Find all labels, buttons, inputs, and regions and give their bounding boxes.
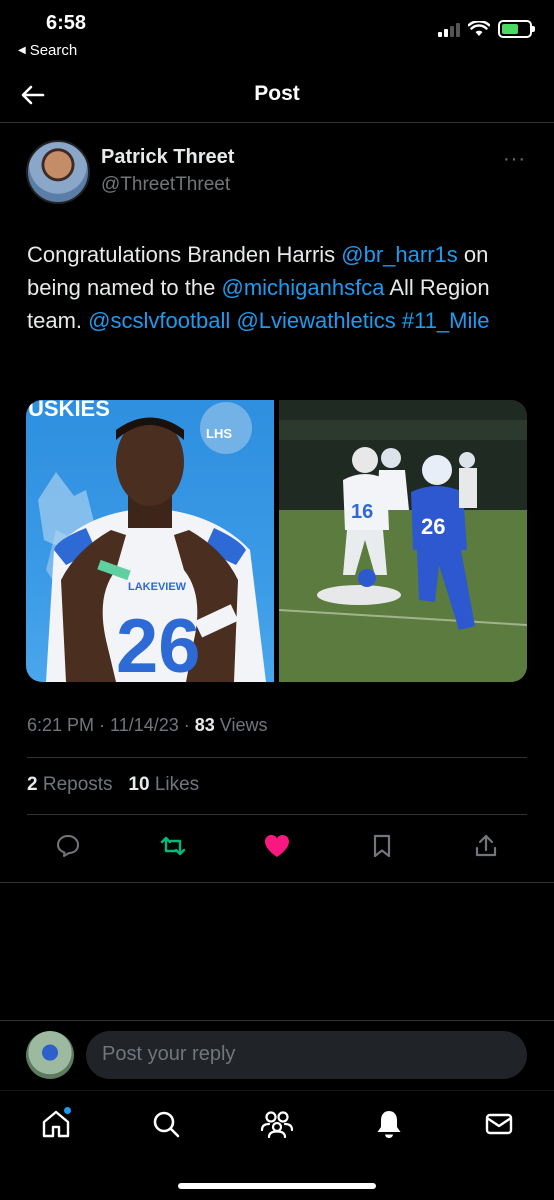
wifi-icon [468, 21, 490, 36]
more-options-button[interactable]: ··· [503, 148, 526, 171]
communities-icon [260, 1111, 294, 1139]
author-avatar[interactable] [26, 140, 90, 204]
author-handle[interactable]: @ThreetThreet [101, 174, 230, 196]
repost-button[interactable] [157, 830, 189, 862]
post-timestamp: 6:21 PM · 11/14/23 · [27, 715, 195, 735]
back-triangle-icon: ◀ [18, 45, 26, 56]
author-name[interactable]: Patrick Threet [101, 146, 234, 169]
top-nav: Post [0, 70, 554, 122]
banner-text: USKIES [28, 400, 110, 421]
header-divider [0, 122, 554, 123]
post-timestamp-views: 6:21 PM · 11/14/23 · 83 Views [27, 715, 268, 736]
views-count: 83 [194, 715, 215, 735]
media-photo-portrait[interactable]: USKIES LHS LAKEVIEW 26 [26, 400, 274, 682]
tab-home[interactable] [39, 1107, 73, 1141]
actions-divider [0, 882, 554, 883]
likes-label: Likes [149, 774, 200, 795]
likes-count: 10 [128, 774, 150, 795]
bookmark-button[interactable] [366, 830, 398, 862]
text-segment: Congratulations Branden Harris [27, 242, 342, 267]
reply-button[interactable] [52, 830, 84, 862]
status-indicators [438, 20, 535, 38]
post-text: Congratulations Branden Harris @br_harr1… [27, 238, 533, 337]
back-to-app-link[interactable]: ◀ Search [18, 42, 77, 59]
views-label: Views [214, 715, 268, 735]
hashtag-link[interactable]: #11_Mile [402, 308, 490, 333]
mention-link[interactable]: @Lviewathletics [236, 308, 395, 333]
player2-number: 26 [421, 514, 445, 539]
engagement-counts: 2 Reposts 10 Likes [27, 774, 199, 796]
post-actions [52, 830, 502, 862]
portrait-illustration: USKIES LHS LAKEVIEW 26 [28, 400, 266, 682]
action-illustration: 16 26 [279, 400, 527, 682]
heart-icon [265, 835, 289, 857]
post-author: Patrick Threet @ThreetThreet ··· [26, 140, 528, 206]
battery-icon [498, 20, 535, 38]
likes-link[interactable]: 10 Likes [128, 774, 199, 795]
player1-number: 16 [351, 501, 373, 523]
post-media: USKIES LHS LAKEVIEW 26 16 26 [26, 400, 527, 682]
search-icon [153, 1111, 180, 1138]
home-notification-dot [64, 1107, 71, 1114]
repost-icon [160, 836, 185, 856]
like-button[interactable] [261, 830, 293, 862]
share-icon [475, 834, 497, 857]
status-bar: 6:58 ◀ Search [0, 0, 554, 70]
back-app-label: Search [29, 42, 78, 59]
reposts-count: 2 [27, 774, 38, 795]
share-button[interactable] [470, 830, 502, 862]
jersey-number: 26 [116, 604, 201, 682]
tab-notifications[interactable] [372, 1107, 406, 1141]
user-avatar[interactable] [26, 1031, 74, 1079]
media-photo-action[interactable]: 16 26 [279, 400, 527, 682]
home-indicator [178, 1183, 376, 1189]
tab-search[interactable] [149, 1107, 183, 1141]
status-time: 6:58 [46, 12, 87, 34]
envelope-icon [485, 1113, 513, 1135]
bookmark-icon [373, 834, 390, 858]
cellular-signal-icon [438, 21, 460, 37]
reposts-label: Reposts [37, 774, 113, 795]
reply-input[interactable]: Post your reply [86, 1031, 527, 1079]
counts-divider [27, 814, 527, 815]
reply-bar: Post your reply [0, 1020, 554, 1090]
comment-icon [57, 835, 79, 857]
mention-link[interactable]: @br_harr1s [341, 242, 458, 267]
page-title: Post [254, 82, 300, 105]
lhs-badge-text: LHS [206, 426, 232, 441]
mention-link[interactable]: @michiganhsfca [221, 275, 384, 300]
tab-communities[interactable] [260, 1107, 294, 1141]
meta-divider [27, 757, 527, 758]
bell-icon [377, 1111, 401, 1138]
tab-messages[interactable] [482, 1107, 516, 1141]
mention-link[interactable]: @scslvfootball [88, 308, 230, 333]
reposts-link[interactable]: 2 Reposts [27, 774, 113, 795]
jersey-text: LAKEVIEW [128, 581, 187, 593]
